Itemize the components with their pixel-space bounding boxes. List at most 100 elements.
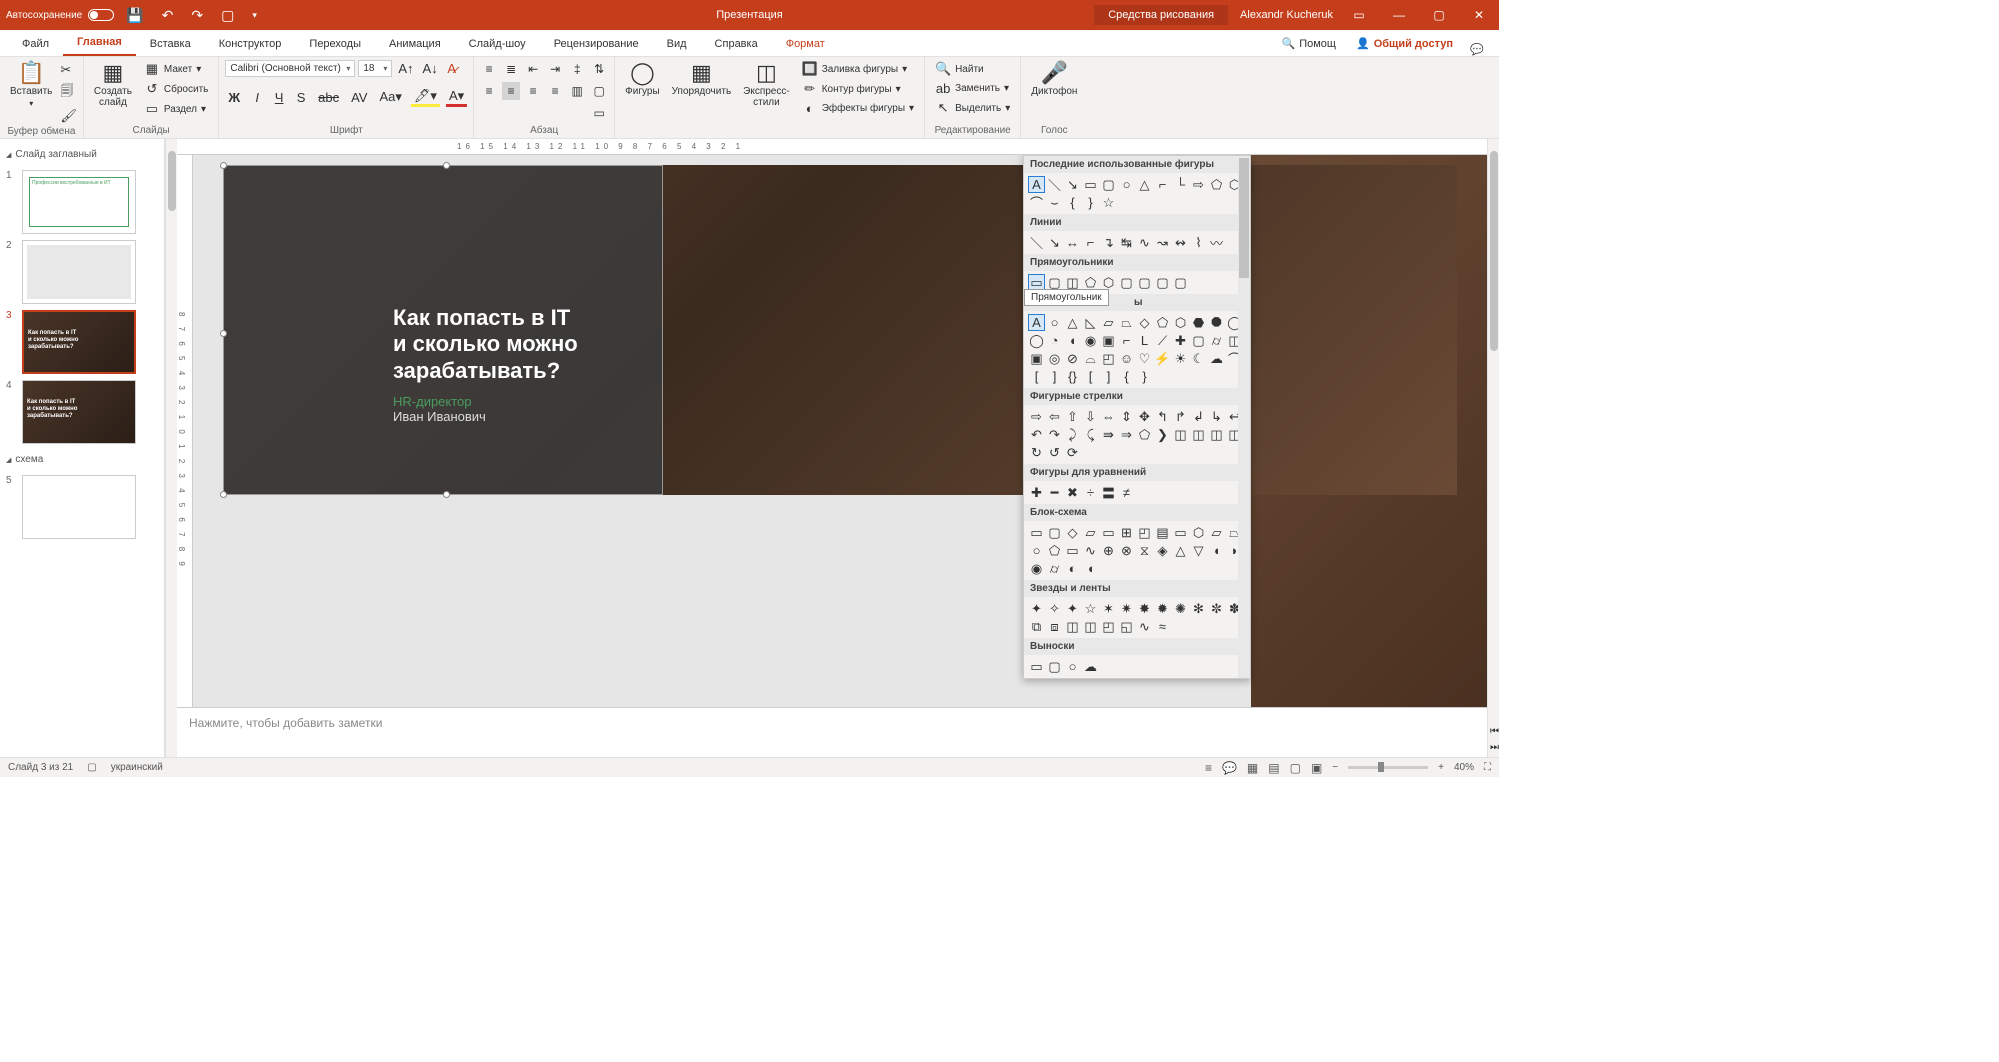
section-header[interactable]: схема	[4, 450, 160, 469]
shape-heptagon-icon[interactable]: ⬣	[1190, 314, 1207, 331]
shape-line-double-arrow-icon[interactable]: ↔	[1064, 234, 1081, 251]
shape-pentagon-icon[interactable]: ⬠	[1208, 176, 1225, 193]
shape-left-brace-icon[interactable]: {	[1118, 368, 1135, 385]
slideshow-icon[interactable]: ▢	[221, 7, 234, 24]
shape-callout-icon[interactable]: ▭	[1028, 658, 1045, 675]
shape-chord-icon[interactable]: ◖	[1064, 332, 1081, 349]
shape-outline-button[interactable]: ✏Контур фигуры ▾	[798, 80, 918, 98]
shape-sort-icon[interactable]: ◈	[1154, 542, 1171, 559]
shadow-button[interactable]: S	[293, 89, 309, 106]
language-indicator[interactable]: украинский	[111, 762, 163, 773]
shape-offpage-icon[interactable]: ⬠	[1046, 542, 1063, 559]
shape-curve-arrow-icon[interactable]: ↝	[1154, 234, 1171, 251]
maximize-icon[interactable]: ▢	[1425, 8, 1453, 22]
shape-terminator-icon[interactable]: ▭	[1172, 524, 1189, 541]
shape-arrow-curved-icon[interactable]: ↶	[1028, 426, 1045, 443]
font-color-icon[interactable]: A▾	[446, 87, 467, 107]
slide-thumbnail[interactable]: 3Как попасть в IT и сколько можно зараба…	[6, 310, 158, 374]
shape-diamond-icon[interactable]: ◇	[1136, 314, 1153, 331]
shape-star6-icon[interactable]: ✶	[1100, 600, 1117, 617]
shape-decision-icon[interactable]: ◇	[1064, 524, 1081, 541]
shape-tape-icon[interactable]: ∿	[1082, 542, 1099, 559]
shape-block-arc-icon[interactable]: ⌓	[1082, 350, 1099, 367]
shape-line-icon[interactable]: ＼	[1046, 176, 1063, 193]
bullets-icon[interactable]: ≡	[480, 60, 498, 78]
undo-icon[interactable]: ↶	[162, 7, 174, 24]
shape-callout-icon[interactable]: ☁	[1082, 658, 1099, 675]
slideshow-view-icon[interactable]: ▣	[1311, 761, 1322, 775]
shape-arrow-callout-icon[interactable]: ◫	[1190, 426, 1207, 443]
shape-not-equal-icon[interactable]: ≠	[1118, 484, 1135, 501]
shape-curve-double-icon[interactable]: ↭	[1172, 234, 1189, 251]
shape-scroll-icon[interactable]: ◰	[1100, 618, 1117, 635]
text-direction-icon[interactable]: ⇅	[590, 60, 608, 78]
shape-rect-icon[interactable]: ▭	[1082, 176, 1099, 193]
tab-format[interactable]: Формат	[772, 32, 839, 56]
shape-manual-input-icon[interactable]: ▱	[1208, 524, 1225, 541]
shape-process-icon[interactable]: ▭	[1028, 524, 1045, 541]
shape-arrow-leftright-icon[interactable]: ⇔	[1100, 408, 1117, 425]
resize-handle[interactable]	[443, 162, 450, 169]
save-icon[interactable]: 💾	[126, 7, 143, 24]
justify-icon[interactable]: ≡	[546, 82, 564, 100]
select-button[interactable]: ↖Выделить ▾	[931, 99, 1014, 117]
shape-triangle-icon[interactable]: △	[1064, 314, 1081, 331]
shape-curve-icon[interactable]: ∿	[1136, 234, 1153, 251]
shape-arrow-down-icon[interactable]: ⇩	[1082, 408, 1099, 425]
shape-magnetic-disk-icon[interactable]: ⌭	[1046, 560, 1063, 577]
shape-triangle-icon[interactable]: △	[1136, 176, 1153, 193]
shape-round-rect-icon[interactable]: ▢	[1172, 274, 1189, 291]
shape-rounded-rect-icon[interactable]: ▢	[1100, 176, 1117, 193]
shape-star5-icon[interactable]: ☆	[1082, 600, 1099, 617]
notes-pane[interactable]: Нажмите, чтобы добавить заметки	[177, 707, 1487, 757]
strikethrough-button[interactable]: abc	[315, 89, 342, 106]
replace-button[interactable]: abЗаменить ▾	[931, 80, 1014, 97]
slide-thumbnail[interactable]: 1Профессии востребованные в ИТ	[6, 170, 158, 234]
shape-multiply-icon[interactable]: ✖	[1064, 484, 1081, 501]
shape-ribbon-icon[interactable]: ⧈	[1046, 618, 1063, 635]
shape-star10-icon[interactable]: ✹	[1154, 600, 1171, 617]
clear-formatting-icon[interactable]: A̷	[444, 60, 460, 77]
spell-check-icon[interactable]: ▢	[87, 762, 96, 773]
shape-l-shape-icon[interactable]: L	[1136, 332, 1153, 349]
shapes-gallery-dropdown[interactable]: Последние использованные фигуры A＼↘▭▢○△⌐…	[1023, 155, 1251, 679]
shape-bracket-icon[interactable]: ]	[1046, 368, 1063, 385]
tab-slideshow[interactable]: Слайд-шоу	[455, 32, 540, 56]
shape-half-frame-icon[interactable]: ⌐	[1118, 332, 1135, 349]
shape-arrow-striped-icon[interactable]: ⇛	[1100, 426, 1117, 443]
shape-arrow-bent-icon[interactable]: ↲	[1190, 408, 1207, 425]
horizontal-ruler[interactable]: 16 15 14 13 12 11 10 9 8 7 6 5 4 3 2 1	[177, 139, 1487, 155]
copy-icon[interactable]: 🗐	[60, 82, 77, 104]
shape-scroll-icon[interactable]: ◱	[1118, 618, 1135, 635]
tab-file[interactable]: Файл	[8, 32, 63, 56]
shape-arrow-bent-icon[interactable]: ↳	[1208, 408, 1225, 425]
shape-data-icon[interactable]: ▱	[1082, 524, 1099, 541]
align-left-icon[interactable]: ≡	[480, 82, 498, 100]
shape-explosion-icon[interactable]: ✧	[1046, 600, 1063, 617]
shape-right-brace-icon[interactable]: }	[1136, 368, 1153, 385]
shape-multidoc-icon[interactable]: ▤	[1154, 524, 1171, 541]
shape-star12-icon[interactable]: ✺	[1172, 600, 1189, 617]
paste-button[interactable]: 📋 Вставить ▾	[6, 60, 56, 110]
shape-parallelogram-icon[interactable]: ▱	[1100, 314, 1117, 331]
decrease-indent-icon[interactable]: ⇤	[524, 60, 542, 78]
shape-arrow-pentagon-icon[interactable]: ⬠	[1136, 426, 1153, 443]
arrange-button[interactable]: ▦Упорядочить	[668, 60, 736, 99]
shape-alt-process-icon[interactable]: ▢	[1046, 524, 1063, 541]
shape-junction-icon[interactable]: ⊕	[1100, 542, 1117, 559]
shape-octagon-icon[interactable]: ⯃	[1208, 314, 1225, 331]
tab-design[interactable]: Конструктор	[205, 32, 296, 56]
user-name[interactable]: Alexandr Kucheruk	[1240, 9, 1333, 21]
quick-styles-button[interactable]: ◫Экспресс- стили	[739, 60, 794, 110]
shape-callout-icon[interactable]: ▢	[1046, 658, 1063, 675]
shape-star-icon[interactable]: ☆	[1100, 194, 1117, 211]
minimize-icon[interactable]: —	[1385, 8, 1413, 22]
numbering-icon[interactable]: ≣	[502, 60, 520, 78]
tell-me[interactable]: 🔍Помощ	[1272, 31, 1346, 56]
comments-view-icon[interactable]: 💬	[1222, 761, 1237, 775]
shape-divide-icon[interactable]: ÷	[1082, 484, 1099, 501]
shape-pentagon-icon[interactable]: ⬠	[1154, 314, 1171, 331]
zoom-slider[interactable]	[1348, 766, 1428, 769]
scrollbar-thumb[interactable]	[1490, 151, 1498, 351]
shape-arrow-circular-icon[interactable]: ⟳	[1064, 444, 1081, 461]
